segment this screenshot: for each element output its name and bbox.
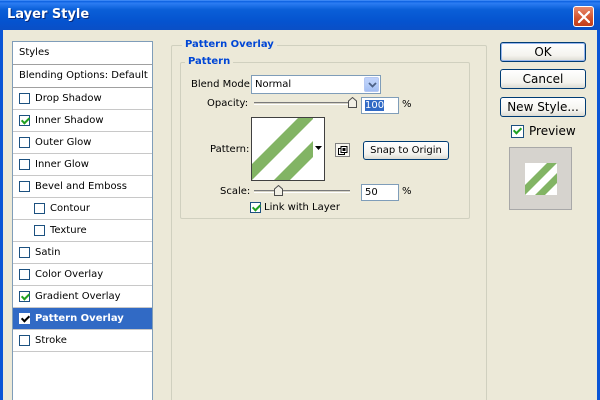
style-item-bevel-and-emboss[interactable]: Bevel and Emboss [13,176,152,198]
style-item-pattern-overlay[interactable]: Pattern Overlay [13,308,152,330]
style-item-drop-shadow[interactable]: Drop Shadow [13,88,152,110]
style-item-texture[interactable]: Texture [13,220,152,242]
link-with-layer-label: Link with Layer [264,202,340,213]
styles-list: Styles Blending Options: Default Drop Sh… [12,41,153,400]
pattern-subgroup-title: Pattern [185,56,234,67]
opacity-slider-track[interactable] [254,102,354,105]
style-item-label: Gradient Overlay [35,291,121,302]
style-item-label: Pattern Overlay [35,313,124,324]
blend-mode-select[interactable]: Normal [251,75,381,94]
blend-mode-value: Normal [255,79,292,90]
close-button[interactable] [573,6,594,27]
style-checkbox-outer-glow[interactable] [19,137,30,148]
style-item-satin[interactable]: Satin [13,242,152,264]
style-checkbox-texture[interactable] [34,225,45,236]
styles-header[interactable]: Styles [13,42,152,65]
scale-slider-track[interactable] [254,190,350,193]
style-item-stroke[interactable]: Stroke [13,330,152,352]
style-item-color-overlay[interactable]: Color Overlay [13,264,152,286]
style-item-label: Color Overlay [35,269,104,280]
style-checkbox-satin[interactable] [19,247,30,258]
pattern-preview-image [252,118,313,180]
style-checkbox-pattern-overlay[interactable] [19,313,30,324]
style-item-label: Stroke [35,335,67,346]
style-checkbox-inner-shadow[interactable] [19,115,30,126]
scale-input[interactable]: 50 [361,184,399,201]
style-item-label: Bevel and Emboss [35,181,127,192]
style-item-inner-shadow[interactable]: Inner Shadow [13,110,152,132]
new-style-button[interactable]: New Style... [500,97,586,117]
opacity-value: 100 [365,100,385,111]
new-preset-button[interactable] [335,143,350,157]
style-item-label: Inner Shadow [35,115,104,126]
dropdown-arrow-button[interactable] [364,77,379,92]
style-item-outer-glow[interactable]: Outer Glow [13,132,152,154]
window-title: Layer Style [7,7,90,22]
link-with-layer-check[interactable] [250,202,261,213]
style-item-label: Outer Glow [35,137,92,148]
style-item-label: Contour [50,203,90,214]
preview-box [509,147,572,210]
style-checkbox-drop-shadow[interactable] [19,93,30,104]
title-bar[interactable]: Layer Style [0,0,600,30]
style-checkbox-inner-glow[interactable] [19,159,30,170]
link-with-layer-checkbox[interactable]: Link with Layer [250,202,340,213]
chevron-down-icon [368,82,377,88]
close-icon [578,11,590,23]
preview-thumbnail [525,163,557,195]
preview-checkbox[interactable]: Preview [511,124,576,138]
ok-button[interactable]: OK [500,42,586,62]
opacity-slider-thumb[interactable] [348,97,357,108]
scale-slider-thumb[interactable] [274,185,283,196]
new-preset-icon [338,146,348,155]
scale-label: Scale: [220,186,251,197]
style-checkbox-contour[interactable] [34,203,45,214]
blend-mode-label: Blend Mode: [191,79,254,90]
pattern-overlay-title: Pattern Overlay [182,39,277,50]
preview-image [525,163,557,195]
style-checkbox-color-overlay[interactable] [19,269,30,280]
style-item-gradient-overlay[interactable]: Gradient Overlay [13,286,152,308]
blending-options-item[interactable]: Blending Options: Default [13,65,152,88]
style-item-inner-glow[interactable]: Inner Glow [13,154,152,176]
triangle-down-icon [315,146,322,150]
style-items: Drop Shadow Inner Shadow Outer Glow Inner G… [13,88,152,352]
style-item-label: Satin [35,247,61,258]
preview-check[interactable] [511,124,524,138]
pattern-dropdown-button[interactable] [313,117,325,181]
style-item-label: Texture [50,225,87,236]
opacity-input[interactable]: 100 [361,97,399,114]
pattern-label: Pattern: [210,144,250,155]
snap-to-origin-button[interactable]: Snap to Origin [363,141,449,160]
cancel-button[interactable]: Cancel [500,69,586,89]
pattern-swatch[interactable] [251,117,314,181]
style-checkbox-bevel-and-emboss[interactable] [19,181,30,192]
opacity-label: Opacity: [207,98,249,109]
scale-unit: % [402,186,412,197]
preview-label: Preview [529,124,576,138]
style-item-label: Drop Shadow [35,93,102,104]
style-item-label: Inner Glow [35,159,89,170]
style-checkbox-gradient-overlay[interactable] [19,291,30,302]
style-item-contour[interactable]: Contour [13,198,152,220]
style-checkbox-stroke[interactable] [19,335,30,346]
opacity-unit: % [402,99,412,110]
